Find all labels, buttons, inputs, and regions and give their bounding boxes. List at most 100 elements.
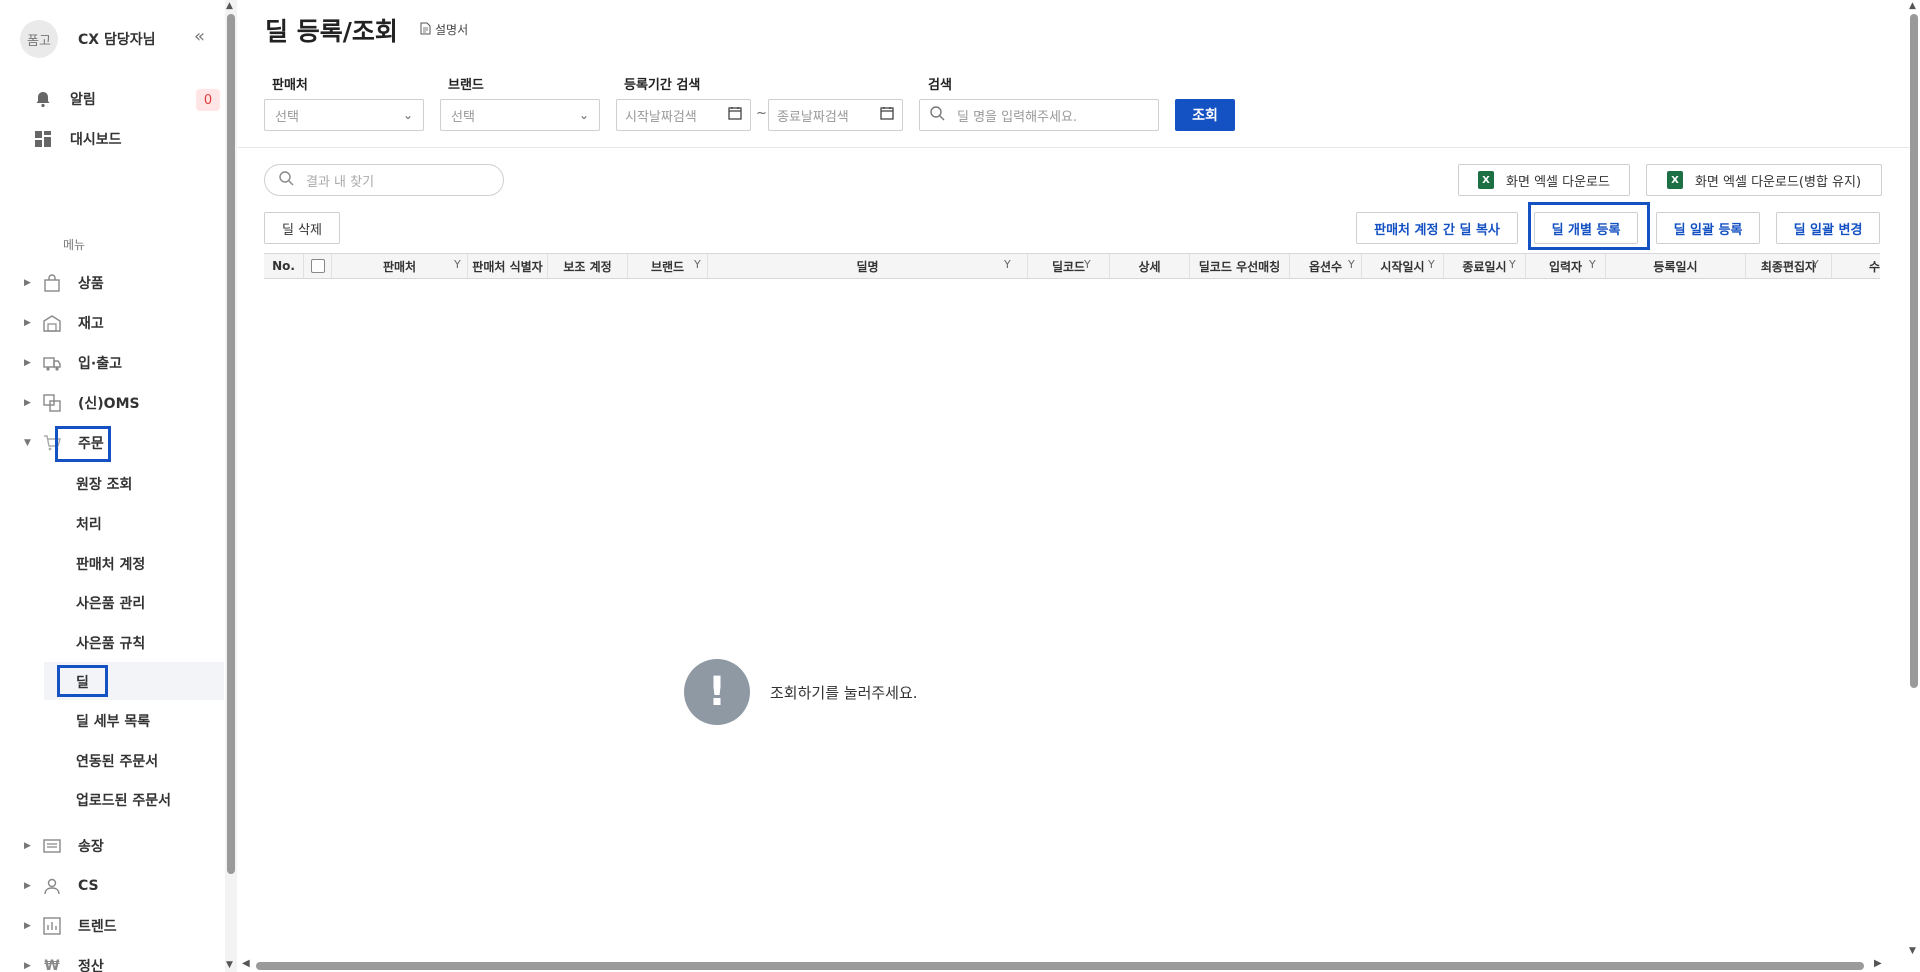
sub-item-process[interactable]: 처리 xyxy=(76,514,102,534)
chevron-right-icon: ▶ xyxy=(24,358,31,368)
filter-icon[interactable]: Y xyxy=(454,258,461,271)
sub-item-gift-rules[interactable]: 사은품 규칙 xyxy=(76,633,145,653)
scroll-up-icon[interactable]: ▲ xyxy=(1909,1,1916,11)
sidebar-item-settlement[interactable]: ▶ ₩ 정산 xyxy=(24,953,104,972)
chevron-down-icon: ⌄ xyxy=(402,108,413,122)
scroll-left-icon[interactable]: ◀ xyxy=(242,958,250,969)
sub-item-deal-details[interactable]: 딜 세부 목록 xyxy=(76,711,150,731)
deal-name-search-input[interactable]: 딜 명을 입력해주세요. xyxy=(919,99,1159,131)
col-header-deal-code[interactable]: 딜코드 xyxy=(1028,254,1110,278)
seller-select[interactable]: 선택 ⌄ xyxy=(264,99,424,131)
calendar-icon[interactable] xyxy=(880,106,894,124)
sidebar-item-products[interactable]: ▶ 상품 xyxy=(24,270,104,296)
filter-icon[interactable]: Y xyxy=(1004,258,1011,271)
filter-icon[interactable]: Y xyxy=(1589,258,1596,271)
grid-header: No. 판매처 Y 판매처 식별자 보조 계정 브랜드 Y 딜명 Y 딜코드 Y… xyxy=(264,253,1880,279)
end-date-input[interactable]: 종료날짜검색 xyxy=(768,99,903,131)
sidebar-item-invoice[interactable]: ▶ 송장 xyxy=(24,833,104,859)
col-header-seller-id[interactable]: 판매처 식별자 xyxy=(468,254,548,278)
sidebar-item-oms[interactable]: ▶ (신)OMS xyxy=(24,390,140,416)
col-header-no[interactable]: No. xyxy=(264,254,304,278)
scroll-down-icon[interactable]: ▼ xyxy=(226,960,233,970)
col-header-created-at[interactable]: 등록일시 xyxy=(1606,254,1746,278)
scroll-down-icon[interactable]: ▼ xyxy=(1909,946,1916,956)
orders-highlight-box xyxy=(55,426,111,462)
filter-icon[interactable]: Y xyxy=(1812,258,1819,271)
calendar-icon[interactable] xyxy=(728,106,742,124)
search-placeholder: 딜 명을 입력해주세요. xyxy=(957,109,1078,125)
sub-item-gift-manage[interactable]: 사은품 관리 xyxy=(76,593,145,613)
sub-item-uploaded-orders[interactable]: 업로드된 주문서 xyxy=(76,790,171,810)
exclamation-icon: ! xyxy=(684,659,750,725)
chevron-right-icon: ▶ xyxy=(24,841,31,851)
sidebar-item-label: 대시보드 xyxy=(70,132,122,148)
excel-icon: X xyxy=(1478,171,1495,189)
excel-icon: X xyxy=(1666,171,1683,189)
result-search-input[interactable]: 결과 내 찾기 xyxy=(264,164,504,196)
scroll-right-icon[interactable]: ▶ xyxy=(1874,958,1882,969)
profile-name: CX 담당자님 xyxy=(78,32,156,48)
sidebar-item-label: 송장 xyxy=(78,839,104,855)
select-all-checkbox[interactable] xyxy=(310,259,325,273)
col-header-deal-code-priority[interactable]: 딜코드 우선매칭 xyxy=(1190,254,1290,278)
invoice-icon xyxy=(42,836,62,856)
filter-icon[interactable]: Y xyxy=(1348,258,1355,271)
col-header-seller[interactable]: 판매처 xyxy=(332,254,468,278)
sidebar-item-inbound-outbound[interactable]: ▶ 입·출고 xyxy=(24,350,122,376)
scroll-up-icon[interactable]: ▲ xyxy=(226,1,233,11)
chevron-down-icon: ⌄ xyxy=(578,108,589,122)
change-bulk-deal-button[interactable]: 딜 일괄 변경 xyxy=(1776,212,1880,244)
sidebar-item-label: 알림 xyxy=(70,92,96,108)
result-search-placeholder: 결과 내 찾기 xyxy=(306,174,375,190)
sub-item-ledger[interactable]: 원장 조회 xyxy=(76,474,132,494)
col-header-detail[interactable]: 상세 xyxy=(1110,254,1190,278)
alert-count-badge: 0 xyxy=(196,89,220,111)
vertical-scrollbar[interactable]: ▲ ▼ xyxy=(1908,0,1920,972)
col-header-last-editor[interactable]: 최종편집자 xyxy=(1746,254,1832,278)
col-header-truncated[interactable]: 수 xyxy=(1832,254,1880,278)
chevron-right-icon: ▶ xyxy=(24,921,31,931)
won-icon: ₩ xyxy=(44,958,60,972)
manual-link[interactable]: 설명서 xyxy=(420,21,468,38)
sidebar-item-inventory[interactable]: ▶ 재고 xyxy=(24,310,104,336)
search-icon xyxy=(930,105,945,125)
delete-deal-button[interactable]: 딜 삭제 xyxy=(264,212,340,244)
sidebar-item-label: 재고 xyxy=(78,316,104,332)
sidebar-item-dashboard[interactable]: 대시보드 xyxy=(32,128,122,150)
sub-item-seller-account[interactable]: 판매처 계정 xyxy=(76,554,145,574)
filter-icon[interactable]: Y xyxy=(1428,258,1435,271)
double-chevron-left-icon[interactable]: « xyxy=(194,28,205,46)
chevron-right-icon: ▶ xyxy=(24,398,31,408)
sidebar-item-label: (신)OMS xyxy=(78,396,140,412)
excel-download-merge-button[interactable]: X 화면 엑셀 다운로드(병합 유지) xyxy=(1646,164,1882,196)
main-content: 딜 등록/조회 설명서 판매처 선택 ⌄ 브랜드 선택 ⌄ 등록기간 검색 시작… xyxy=(238,0,1920,972)
horizontal-scrollbar[interactable]: ◀ ▶ xyxy=(238,958,1910,972)
vertical-scroll-thumb[interactable] xyxy=(1910,14,1918,688)
app-root: 폼고 CX 담당자님 « 알림 0 대시보드 메뉴 ▶ 상품 ▶ 재고 ▶ 입·… xyxy=(0,0,1920,972)
chevron-right-icon: ▶ xyxy=(24,278,31,288)
col-header-select-all[interactable] xyxy=(304,254,332,278)
bag-icon xyxy=(42,273,62,293)
profile[interactable]: 폼고 CX 담당자님 xyxy=(20,20,155,58)
sidebar-item-cs[interactable]: ▶ CS xyxy=(24,873,99,899)
seller-select-value: 선택 xyxy=(275,109,299,125)
sidebar-item-trend[interactable]: ▶ 트렌드 xyxy=(24,913,117,939)
start-date-input[interactable]: 시작날짜검색 xyxy=(616,99,751,131)
excel-download-button[interactable]: X 화면 엑셀 다운로드 xyxy=(1458,164,1630,196)
col-header-deal-name[interactable]: 딜명 xyxy=(708,254,1028,278)
sidebar-scroll-thumb[interactable] xyxy=(227,14,235,874)
filter-icon[interactable]: Y xyxy=(694,258,701,271)
filter-icon[interactable]: Y xyxy=(1084,258,1091,271)
sidebar: 폼고 CX 담당자님 « 알림 0 대시보드 메뉴 ▶ 상품 ▶ 재고 ▶ 입·… xyxy=(0,0,237,972)
col-header-sub-account[interactable]: 보조 계정 xyxy=(548,254,628,278)
horizontal-scroll-thumb[interactable] xyxy=(256,962,1864,970)
copy-deal-button[interactable]: 판매처 계정 간 딜 복사 xyxy=(1356,212,1518,244)
sidebar-item-alerts[interactable]: 알림 xyxy=(32,88,96,110)
register-bulk-deal-button[interactable]: 딜 일괄 등록 xyxy=(1656,212,1760,244)
sub-item-linked-orders[interactable]: 연동된 주문서 xyxy=(76,751,158,771)
sidebar-scrollbar[interactable]: ▲ ▼ xyxy=(225,0,237,972)
chevron-down-icon: ▼ xyxy=(24,438,31,448)
search-button[interactable]: 조회 xyxy=(1175,99,1235,131)
brand-select[interactable]: 선택 ⌄ xyxy=(440,99,600,131)
filter-icon[interactable]: Y xyxy=(1509,258,1516,271)
